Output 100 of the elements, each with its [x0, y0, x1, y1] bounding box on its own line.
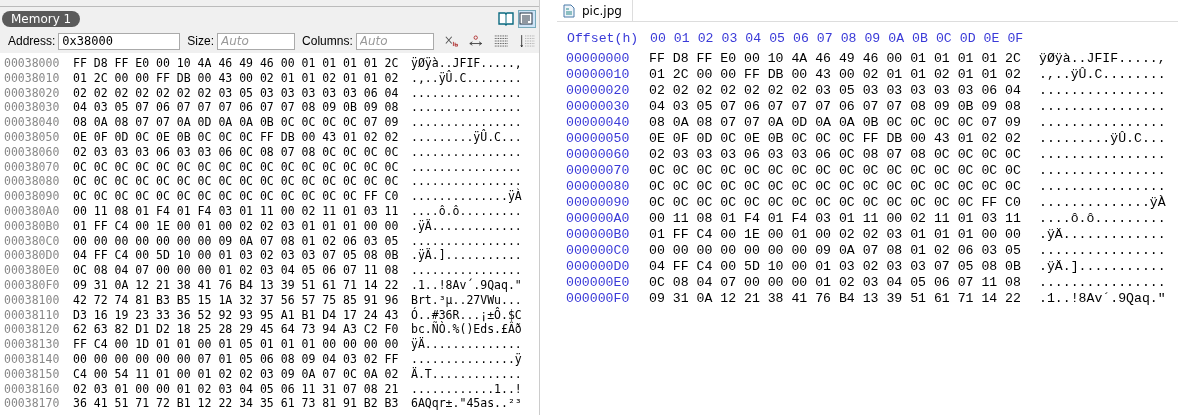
hex-bytes: 02 02 02 02 02 02 02 03 05 03 03 03 03 03 06 04: [73, 85, 400, 101]
ascii-text: Brt.³µ..27VWu...: [411, 292, 522, 308]
hex-bytes: 0C 0C 0C 0C 0C 0C 0C 0C 0C 0C 0C 0C 0C 0C 0C 0C: [73, 159, 400, 175]
ascii-text: ÿÄ..............: [411, 337, 522, 352]
columns-label: Columns:: [302, 34, 353, 48]
address-cell-text: 00038160: [4, 381, 61, 397]
ascii-text: Ä.T.............: [411, 366, 522, 382]
column-header: 00: [650, 31, 666, 48]
ascii-text: ....ô.ô.........: [411, 203, 522, 219]
column-header: 0A: [888, 31, 905, 48]
offset-cell-text: 000000B0: [566, 227, 631, 243]
offset-cell-text: 000000C0: [566, 243, 631, 259]
hex-bytes: 09 31 0A 12 21 38 41 76 B4 13 39 51 61 71 14 22: [73, 277, 400, 293]
offset-cell-text: 00000070: [566, 163, 631, 179]
ascii-text: .ÿÄ.............: [1039, 227, 1166, 243]
address-cell-text: 000380D0: [4, 248, 61, 264]
address-cell-text: 000380A0: [4, 203, 61, 219]
file-icon: [563, 3, 575, 18]
ascii-text: ................: [1039, 163, 1166, 179]
address-cell-text: 00038050: [4, 130, 61, 145]
address-cell-text: 00038080: [4, 174, 61, 190]
offset-cell-text: 000000D0: [566, 259, 631, 275]
offset-cell-text: 00000090: [566, 195, 631, 211]
hex-bytes: 62 63 82 D1 D2 18 25 28 29 45 64 73 94 A3 C2 F0: [73, 322, 400, 338]
column-header: 05: [769, 31, 785, 48]
column-header: 0F: [1007, 31, 1024, 48]
hex-bytes: 01 FF C4 00 1E 00 01 00 02 02 03 01 01 01 00 00: [73, 218, 400, 234]
offset-cell-text: 00000030: [566, 99, 631, 115]
hex-multiply-icon[interactable]: [444, 34, 459, 48]
address-cell-text: 000380E0: [4, 263, 61, 278]
address-cell-text: 00038110: [4, 307, 61, 323]
offset-cell-text: 00000040: [566, 115, 631, 131]
offset-cell-text: 00000010: [566, 67, 631, 83]
hex-bytes: 02 03 01 00 00 01 02 03 04 05 06 11 31 07 08 21: [73, 381, 400, 397]
ascii-text: bc.ÑÒ.%()Eds.£Âð: [411, 322, 522, 337]
hex-bytes: D3 16 19 23 33 36 52 92 93 95 A1 B1 D4 17 24 43: [73, 307, 400, 323]
address-label: Address:: [8, 34, 56, 48]
width-arrows-icon[interactable]: [469, 33, 483, 49]
columns-field[interactable]: Auto: [355, 32, 434, 50]
size-field[interactable]: Auto: [217, 32, 296, 50]
offset-cell-text: 00000000: [566, 51, 631, 67]
hex-bytes: 00 00 00 00 00 00 07 01 05 06 08 09 04 03 02 FF: [73, 351, 400, 367]
hex-bytes: 01 2C 00 00 FF DB 00 43 00 02 01 01 02 01 01 02: [73, 70, 400, 86]
ascii-text: ................: [1039, 83, 1166, 99]
ascii-text: ............1..!: [411, 381, 522, 397]
size-label: Size:: [187, 34, 215, 48]
grid-icon[interactable]: [493, 33, 509, 49]
address-cell-text: 00038100: [4, 292, 61, 308]
hex-bytes: 0C 0C 0C 0C 0C 0C 0C 0C 0C 0C 0C 0C 0C 0C 0C 0C: [649, 163, 1022, 179]
hex-bytes: 00 00 00 00 00 00 00 09 0A 07 08 01 02 06 03 05: [649, 243, 1022, 259]
ascii-text: ................: [1039, 243, 1166, 259]
offset-cell-text: 00000060: [566, 147, 631, 163]
hex-bytes: FF D8 FF E0 00 10 4A 46 49 46 00 01 01 01 01 2C: [73, 56, 400, 71]
ascii-text: ÿØÿà..JFIF.....,: [411, 56, 522, 71]
hex-bytes: 04 FF C4 00 5D 10 00 01 03 02 03 03 07 05 08 0B: [649, 259, 1022, 275]
address-cell-text: 00038170: [4, 396, 61, 412]
column-header: 03: [721, 31, 738, 48]
hex-bytes: 0E 0F 0D 0C 0E 0B 0C 0C 0C FF DB 00 43 01 02 02: [649, 131, 1022, 147]
hex-bytes: 08 0A 08 07 07 0A 0D 0A 0A 0B 0C 0C 0C 0C 07 09: [73, 115, 400, 130]
hex-bytes: 08 0A 08 07 07 0A 0D 0A 0A 0B 0C 0C 0C 0C 07 09: [649, 115, 1022, 131]
hex-bytes: 0C 08 04 07 00 00 00 01 02 03 04 05 06 07 11 08: [73, 263, 400, 278]
memory-tab[interactable]: Memory 1: [2, 10, 81, 27]
offset-cell-text: 000000A0: [566, 211, 631, 227]
offset-cell-text: 000000F0: [566, 291, 631, 307]
ascii-text: ................: [411, 85, 522, 101]
column-header: 09: [864, 31, 881, 48]
vertical-grid-icon[interactable]: [519, 33, 535, 49]
address-cell-text: 00038090: [4, 189, 61, 204]
offset-cell-text: 00000080: [566, 179, 631, 195]
column-header: 06: [792, 31, 809, 48]
ascii-text: ................: [411, 159, 522, 175]
column-header: 0E: [983, 31, 1000, 48]
hex-bytes: 0C 0C 0C 0C 0C 0C 0C 0C 0C 0C 0C 0C 0C 0C FF C0: [649, 195, 1022, 211]
address-cell-text: 00038070: [4, 159, 61, 175]
address-cell-text: 00038000: [4, 56, 61, 71]
hex-bytes: 04 03 05 07 06 07 07 07 06 07 07 08 09 0B 09 08: [649, 99, 1022, 115]
hex-bytes: FF D8 FF E0 00 10 4A 46 49 46 00 01 01 01 01 2C: [649, 51, 1022, 67]
column-header: 08: [840, 31, 857, 48]
hex-bytes: 00 11 08 01 F4 01 F4 03 01 11 00 02 11 01 03 11: [649, 211, 1022, 227]
hex-bytes: 0C 0C 0C 0C 0C 0C 0C 0C 0C 0C 0C 0C 0C 0C FF C0: [73, 189, 400, 204]
ascii-text: ....ô.ô.........: [1039, 211, 1166, 227]
column-header: 01: [673, 31, 690, 48]
ascii-text: .ÿÄ.]...........: [1039, 259, 1166, 275]
ascii-text: ................: [1039, 115, 1166, 131]
column-header: 04: [745, 31, 762, 48]
address-field[interactable]: 0x38000: [58, 32, 181, 50]
book-icon[interactable]: [498, 9, 514, 26]
hex-bytes: 01 FF C4 00 1E 00 01 00 02 02 03 01 01 01 00 00: [649, 227, 1022, 243]
offset-cell-text: 00000020: [566, 83, 631, 99]
hex-bytes: 02 02 02 02 02 02 02 03 05 03 03 03 03 03 06 04: [649, 83, 1022, 99]
address-cell-text: 00038020: [4, 85, 61, 101]
column-header: 0C: [935, 31, 952, 48]
ascii-text: ................: [1039, 275, 1166, 291]
address-cell-text: 000380F0: [4, 277, 61, 293]
column-header: 02: [697, 31, 714, 48]
ascii-text: .,..ÿÛ.C........: [1039, 67, 1166, 83]
ascii-text: .ÿÄ.............: [411, 218, 522, 234]
ascii-text: ................: [1039, 179, 1166, 195]
ascii-text: ...............ÿ: [411, 351, 522, 366]
address-cell-text: 00038120: [4, 322, 61, 338]
